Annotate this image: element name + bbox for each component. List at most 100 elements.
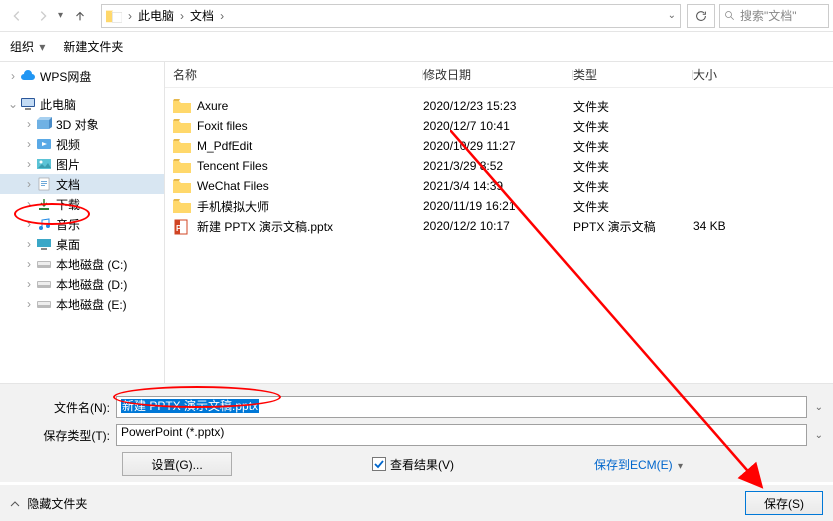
file-row[interactable]: Foxit files 2020/12/7 10:41 文件夹 xyxy=(165,116,833,136)
sidebar-item-label: 本地磁盘 (E:) xyxy=(56,296,127,313)
item-icon xyxy=(36,296,52,312)
file-name: Tencent Files xyxy=(197,159,268,173)
file-type: 文件夹 xyxy=(573,198,693,215)
file-name: M_PdfEdit xyxy=(197,139,252,153)
address-dropdown-icon[interactable]: ⌄ xyxy=(668,10,676,21)
file-size: 34 KB xyxy=(693,219,773,233)
organize-button[interactable]: 组织 ▾ xyxy=(10,38,45,55)
folder-icon xyxy=(173,99,191,113)
file-row[interactable]: WeChat Files 2021/3/4 14:39 文件夹 xyxy=(165,176,833,196)
sidebar-item[interactable]: › 桌面 xyxy=(0,234,164,254)
view-result-checkbox[interactable]: 查看结果(V) xyxy=(372,456,454,473)
sidebar-item-label: 桌面 xyxy=(56,236,80,253)
item-icon xyxy=(36,196,52,212)
file-date: 2021/3/29 8:52 xyxy=(423,159,573,173)
breadcrumb-documents[interactable]: 文档 xyxy=(186,7,218,24)
column-type[interactable]: 类型 xyxy=(573,66,693,83)
breadcrumb-sep: › xyxy=(126,9,134,23)
sidebar-item-label: 下载 xyxy=(56,196,80,213)
sidebar-item-label: 3D 对象 xyxy=(56,116,99,133)
chevron-right-icon: › xyxy=(22,257,36,271)
file-type: 文件夹 xyxy=(573,178,693,195)
sidebar-item[interactable]: › 视频 xyxy=(0,134,164,154)
file-name: Axure xyxy=(197,99,228,113)
hide-folders-toggle[interactable]: 隐藏文件夹 xyxy=(10,495,87,512)
monitor-icon xyxy=(20,96,36,112)
file-type: 文件夹 xyxy=(573,118,693,135)
cloud-icon xyxy=(20,68,36,84)
item-icon xyxy=(36,176,52,192)
file-date: 2020/12/7 10:41 xyxy=(423,119,573,133)
chevron-down-icon: ⌄ xyxy=(6,97,20,111)
file-row[interactable]: Axure 2020/12/23 15:23 文件夹 xyxy=(165,96,833,116)
file-type: 文件夹 xyxy=(573,158,693,175)
chevron-right-icon: › xyxy=(22,297,36,311)
savetype-label: 保存类型(T): xyxy=(6,427,116,444)
file-type: 文件夹 xyxy=(573,98,693,115)
savetype-select[interactable]: PowerPoint (*.pptx) xyxy=(116,424,807,446)
filename-dropdown-icon[interactable]: ⌄ xyxy=(815,402,823,413)
chevron-right-icon: › xyxy=(22,157,36,171)
folder-icon xyxy=(173,199,191,213)
search-input[interactable]: 搜索"文档" xyxy=(719,4,829,28)
file-date: 2021/3/4 14:39 xyxy=(423,179,573,193)
sidebar-item-label: 图片 xyxy=(56,156,80,173)
column-date[interactable]: 修改日期 xyxy=(423,66,573,83)
svg-text:P: P xyxy=(176,224,182,233)
file-name: 新建 PPTX 演示文稿.pptx xyxy=(197,218,333,235)
back-button[interactable] xyxy=(4,3,30,29)
sidebar-item-label: 视频 xyxy=(56,136,80,153)
address-bar[interactable]: › 此电脑 › 文档 › ⌄ xyxy=(101,4,681,28)
file-row[interactable]: Tencent Files 2021/3/29 8:52 文件夹 xyxy=(165,156,833,176)
sidebar-item[interactable]: › 本地磁盘 (D:) xyxy=(0,274,164,294)
filename-input[interactable]: 新建 PPTX 演示文稿.pptx xyxy=(116,396,807,418)
sidebar-item[interactable]: › 文档 xyxy=(0,174,164,194)
settings-button[interactable]: 设置(G)... xyxy=(122,452,232,476)
chevron-down-icon: ▾ xyxy=(678,461,683,472)
savetype-dropdown-icon[interactable]: ⌄ xyxy=(815,430,823,441)
chevron-right-icon: › xyxy=(22,117,36,131)
file-date: 2020/10/29 11:27 xyxy=(423,139,573,153)
file-type: PPTX 演示文稿 xyxy=(573,218,693,235)
column-size[interactable]: 大小 xyxy=(693,66,773,83)
filename-label: 文件名(N): xyxy=(6,399,116,416)
breadcrumb-sep: › xyxy=(178,9,186,23)
file-row[interactable]: M_PdfEdit 2020/10/29 11:27 文件夹 xyxy=(165,136,833,156)
file-row[interactable]: 手机模拟大师 2020/11/19 16:21 文件夹 xyxy=(165,196,833,216)
refresh-button[interactable] xyxy=(687,4,715,28)
folder-icon xyxy=(173,119,191,133)
sidebar-item-label: 文档 xyxy=(56,176,80,193)
column-headers: 名称 修改日期 类型 大小 xyxy=(165,62,833,88)
sidebar-item-wps[interactable]: › WPS网盘 xyxy=(0,66,164,86)
sidebar-item[interactable]: › 本地磁盘 (C:) xyxy=(0,254,164,274)
file-date: 2020/12/23 15:23 xyxy=(423,99,573,113)
up-button[interactable] xyxy=(67,3,93,29)
folder-icon xyxy=(173,159,191,173)
sidebar-item[interactable]: › 下载 xyxy=(0,194,164,214)
new-folder-button[interactable]: 新建文件夹 xyxy=(63,38,123,55)
file-date: 2020/11/19 16:21 xyxy=(423,199,573,213)
sidebar-item[interactable]: › 3D 对象 xyxy=(0,114,164,134)
chevron-up-icon xyxy=(10,499,20,509)
sidebar-item[interactable]: › 音乐 xyxy=(0,214,164,234)
sidebar-item[interactable]: › 本地磁盘 (E:) xyxy=(0,294,164,314)
breadcrumb-this-pc[interactable]: 此电脑 xyxy=(134,7,178,24)
folder-icon xyxy=(173,139,191,153)
file-name: Foxit files xyxy=(197,119,248,133)
sidebar-item[interactable]: › 图片 xyxy=(0,154,164,174)
file-type: 文件夹 xyxy=(573,138,693,155)
chevron-right-icon: › xyxy=(22,277,36,291)
file-date: 2020/12/2 10:17 xyxy=(423,219,573,233)
chevron-right-icon: › xyxy=(6,69,20,83)
forward-button[interactable] xyxy=(30,3,56,29)
column-name[interactable]: 名称 xyxy=(173,66,423,83)
save-to-ecm-link[interactable]: 保存到ECM(E) ▾ xyxy=(594,456,683,473)
history-dropdown-icon[interactable]: ▾ xyxy=(58,10,63,21)
file-row[interactable]: P 新建 PPTX 演示文稿.pptx 2020/12/2 10:17 PPTX … xyxy=(165,216,833,236)
item-icon xyxy=(36,116,52,132)
item-icon xyxy=(36,156,52,172)
sidebar-item-this-pc[interactable]: ⌄ 此电脑 xyxy=(0,94,164,114)
folder-icon xyxy=(173,179,191,193)
save-button[interactable]: 保存(S) xyxy=(745,491,823,515)
search-placeholder: 搜索"文档" xyxy=(740,7,797,24)
